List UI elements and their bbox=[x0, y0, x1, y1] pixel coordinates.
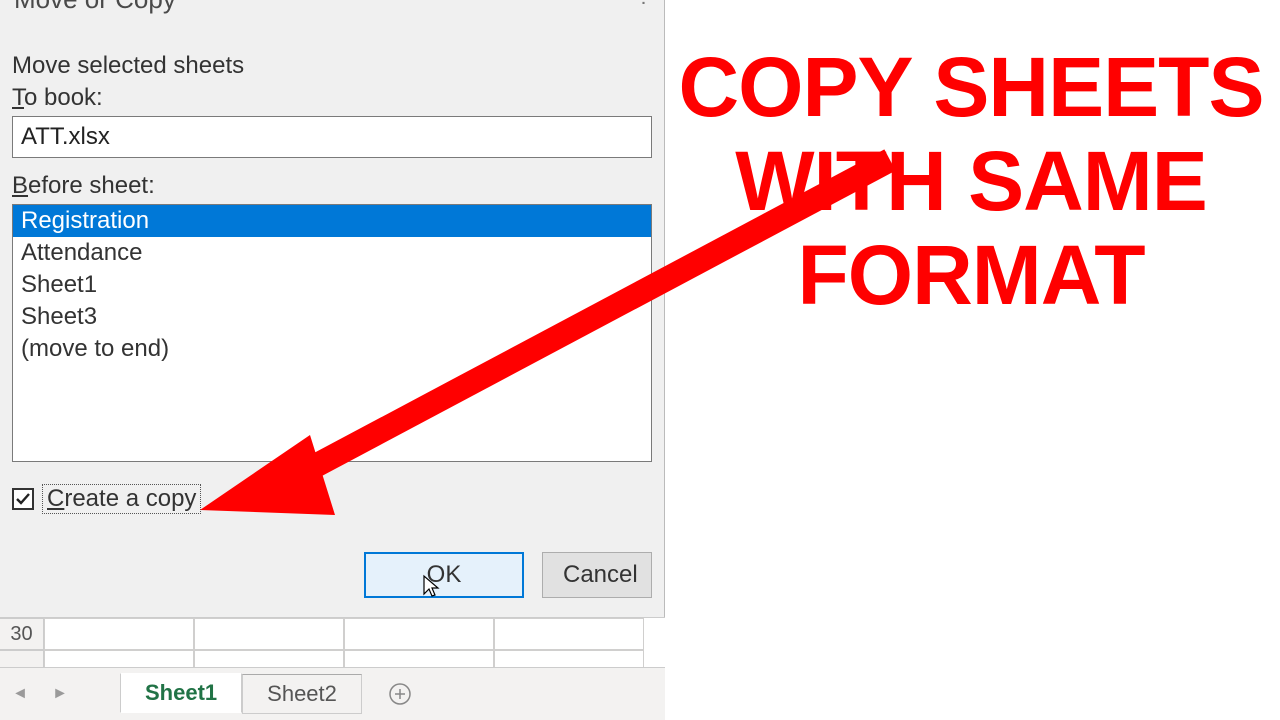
list-item[interactable]: Attendance bbox=[13, 237, 651, 269]
list-item[interactable]: Sheet1 bbox=[13, 269, 651, 301]
sheet-tab-bar: ◄ ► Sheet1 Sheet2 bbox=[0, 667, 665, 720]
before-sheet-list[interactable]: Registration Attendance Sheet1 Sheet3 (m… bbox=[12, 204, 652, 462]
dialog-title-bar: Move or Copy ? bbox=[0, 0, 664, 40]
tab-nav-next-icon[interactable]: ► bbox=[40, 685, 80, 703]
before-sheet-label: Before sheet: bbox=[12, 172, 652, 200]
list-item[interactable]: (move to end) bbox=[13, 333, 651, 365]
to-book-dropdown[interactable] bbox=[12, 116, 652, 158]
cancel-button[interactable]: Cancel bbox=[542, 552, 652, 598]
annotation-line: FORMAT bbox=[670, 228, 1272, 322]
cell[interactable] bbox=[494, 618, 644, 650]
cell[interactable] bbox=[494, 650, 644, 668]
row-header[interactable]: 30 bbox=[0, 618, 44, 650]
annotation-line: WITH SAME bbox=[670, 134, 1272, 228]
cell[interactable] bbox=[44, 618, 194, 650]
check-icon bbox=[15, 491, 31, 507]
cell[interactable] bbox=[194, 650, 344, 668]
plus-circle-icon bbox=[388, 682, 412, 706]
create-copy-checkbox[interactable] bbox=[12, 488, 34, 510]
annotation-text: COPY SHEETS WITH SAME FORMAT bbox=[670, 40, 1280, 322]
list-item[interactable]: Sheet3 bbox=[13, 301, 651, 333]
dialog-title: Move or Copy bbox=[14, 0, 176, 15]
sheet-tab[interactable]: Sheet1 bbox=[120, 673, 242, 713]
cancel-button-label: Cancel bbox=[563, 561, 638, 589]
cell[interactable] bbox=[44, 650, 194, 668]
add-sheet-button[interactable] bbox=[380, 674, 420, 714]
annotation-line: COPY SHEETS bbox=[670, 40, 1272, 134]
tab-nav-prev-icon[interactable]: ◄ bbox=[0, 685, 40, 703]
cell[interactable] bbox=[344, 618, 494, 650]
spreadsheet-area: 30 ◄ ► Sheet1 Sheet2 bbox=[0, 617, 665, 720]
sheet-tab[interactable]: Sheet2 bbox=[242, 674, 362, 714]
cursor-icon bbox=[420, 574, 442, 607]
to-book-label: To book: bbox=[12, 84, 652, 112]
cell[interactable] bbox=[344, 650, 494, 668]
move-or-copy-dialog: Move or Copy ? Move selected sheets To b… bbox=[0, 0, 665, 617]
row-header[interactable] bbox=[0, 650, 44, 668]
ok-button[interactable]: OK bbox=[364, 552, 524, 598]
list-item[interactable]: Registration bbox=[13, 205, 651, 237]
create-copy-label: Create a copy bbox=[42, 484, 201, 514]
help-icon[interactable]: ? bbox=[638, 0, 650, 10]
cell[interactable] bbox=[194, 618, 344, 650]
move-selected-label: Move selected sheets bbox=[12, 52, 652, 80]
